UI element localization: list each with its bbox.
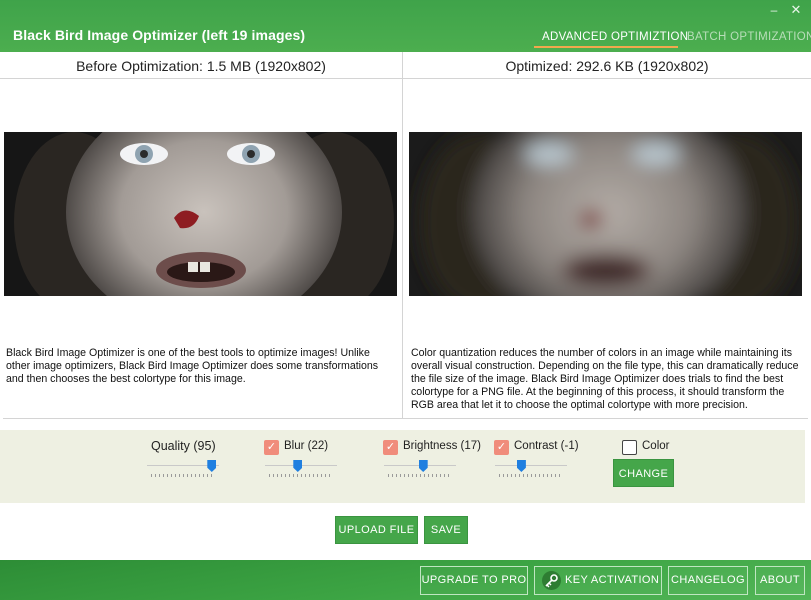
blur-slider-thumb[interactable] <box>293 460 303 472</box>
before-preview-image <box>4 132 397 296</box>
contrast-label: Contrast (-1) <box>514 440 579 452</box>
minimize-icon[interactable]: – <box>766 3 782 17</box>
brightness-slider[interactable] <box>384 460 456 480</box>
close-icon[interactable]: ✕ <box>788 3 804 17</box>
optimized-header: Optimized: 292.6 KB (1920x802) <box>403 52 811 79</box>
changelog-button[interactable]: CHANGELOG <box>668 566 748 595</box>
brightness-slider-thumb[interactable] <box>418 460 428 472</box>
before-panel: Before Optimization: 1.5 MB (1920x802) B… <box>0 52 402 418</box>
contrast-checkbox[interactable]: ✓ <box>494 440 509 455</box>
brightness-label: Brightness (17) <box>403 440 481 452</box>
tab-batch-optimization[interactable]: BATCH OPTIMIZATION <box>687 31 811 43</box>
quality-slider-thumb[interactable] <box>207 460 217 472</box>
optimized-description: Color quantization reduces the number of… <box>411 347 799 411</box>
key-activation-button[interactable]: KEY ACTIVATION <box>534 566 662 595</box>
brightness-checkbox[interactable]: ✓ <box>383 440 398 455</box>
optimized-panel: Optimized: 292.6 KB (1920x802) Color qua… <box>403 52 811 418</box>
blur-label: Blur (22) <box>284 440 329 452</box>
contrast-slider-thumb[interactable] <box>516 460 526 472</box>
contrast-slider[interactable] <box>495 460 567 480</box>
tab-advanced-optimization[interactable]: ADVANCED OPTIMIZTION <box>542 31 688 43</box>
save-button[interactable]: SAVE <box>424 516 468 544</box>
active-tab-indicator <box>534 46 678 48</box>
upload-file-button[interactable]: UPLOAD FILE <box>335 516 418 544</box>
title-bar: Black Bird Image Optimizer (left 19 imag… <box>0 0 811 52</box>
blur-slider[interactable] <box>265 460 337 480</box>
panel-separator <box>3 418 808 419</box>
quality-slider[interactable] <box>147 460 219 480</box>
window-title: Black Bird Image Optimizer (left 19 imag… <box>13 27 306 43</box>
key-activation-label: KEY ACTIVATION <box>565 574 660 586</box>
about-button[interactable]: ABOUT <box>755 566 805 595</box>
color-label: Color <box>642 440 670 452</box>
blur-checkbox[interactable]: ✓ <box>264 440 279 455</box>
quality-label: Quality (95) <box>151 439 216 453</box>
key-icon <box>542 571 561 590</box>
upgrade-to-pro-button[interactable]: UPGRADE TO PRO <box>420 566 528 595</box>
app-window: Black Bird Image Optimizer (left 19 imag… <box>0 0 811 600</box>
before-description: Black Bird Image Optimizer is one of the… <box>6 347 379 385</box>
change-button[interactable]: CHANGE <box>613 459 674 487</box>
optimized-preview-image <box>409 132 802 296</box>
adjustment-controls: Quality (95) ✓ Blur (22) ✓ Brightness (1… <box>0 430 805 503</box>
color-checkbox[interactable] <box>622 440 637 455</box>
before-header: Before Optimization: 1.5 MB (1920x802) <box>0 52 402 79</box>
